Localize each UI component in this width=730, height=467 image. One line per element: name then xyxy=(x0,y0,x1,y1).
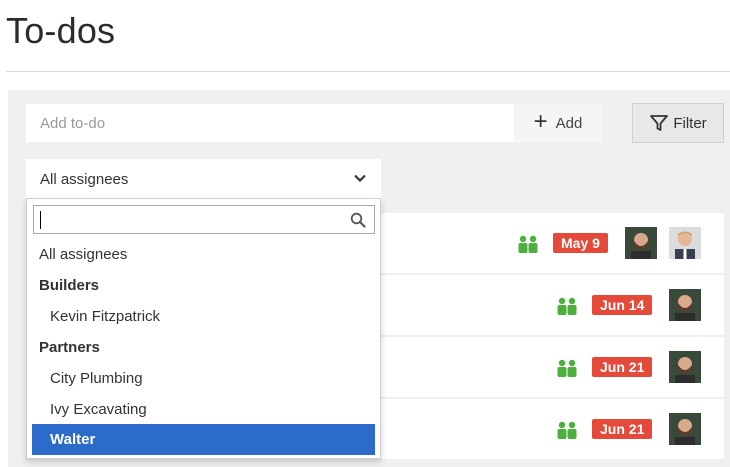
avatar xyxy=(625,227,657,259)
filter-button-label: Filter xyxy=(673,114,707,132)
todo-row[interactable]: Jun 21 xyxy=(380,399,724,459)
avatar xyxy=(669,227,701,259)
option-kevin-fitzpatrick[interactable]: Kevin Fitzpatrick xyxy=(27,301,380,332)
group-partners: Partners xyxy=(39,339,100,356)
assignee-dropdown: All assignees Builders Kevin Fitzpatrick… xyxy=(26,198,381,459)
chevron-down-icon xyxy=(354,174,366,183)
text-caret xyxy=(40,211,41,229)
option-ivy-excavating[interactable]: Ivy Excavating xyxy=(27,394,380,425)
dropdown-search[interactable] xyxy=(33,205,375,234)
option-city-plumbing[interactable]: City Plumbing xyxy=(27,363,380,394)
due-date-badge: May 9 xyxy=(553,233,608,253)
add-button-label: Add xyxy=(555,114,583,132)
title-divider xyxy=(6,71,730,72)
assignees-icon xyxy=(557,297,577,315)
avatar xyxy=(669,289,701,321)
group-builders: Builders xyxy=(39,277,100,294)
avatar xyxy=(669,351,701,383)
option-walter[interactable]: Walter xyxy=(32,424,375,455)
avatar xyxy=(669,413,701,445)
add-todo-input[interactable] xyxy=(26,104,514,142)
assignees-icon xyxy=(518,235,538,253)
due-date-badge: Jun 21 xyxy=(592,419,653,439)
due-date-badge: Jun 21 xyxy=(592,357,653,377)
search-icon xyxy=(350,212,366,228)
todo-row[interactable]: Jun 14 xyxy=(380,275,724,335)
assignee-select[interactable]: All assignees xyxy=(26,159,381,199)
assignees-icon xyxy=(557,421,577,439)
due-date-badge: Jun 14 xyxy=(592,295,653,315)
filter-button[interactable]: Filter xyxy=(632,103,724,143)
todo-row[interactable]: Jun 21 xyxy=(380,337,724,397)
assignee-select-value: All assignees xyxy=(40,170,129,188)
filter-icon xyxy=(650,115,669,131)
assignees-icon xyxy=(557,359,577,377)
page-title: To-dos xyxy=(6,10,116,51)
todo-row[interactable]: May 9 xyxy=(380,213,724,273)
dropdown-search-input[interactable] xyxy=(34,206,374,233)
add-button[interactable]: + Add xyxy=(514,104,602,142)
option-all-assignees[interactable]: All assignees xyxy=(27,239,380,270)
plus-icon: + xyxy=(533,108,548,135)
